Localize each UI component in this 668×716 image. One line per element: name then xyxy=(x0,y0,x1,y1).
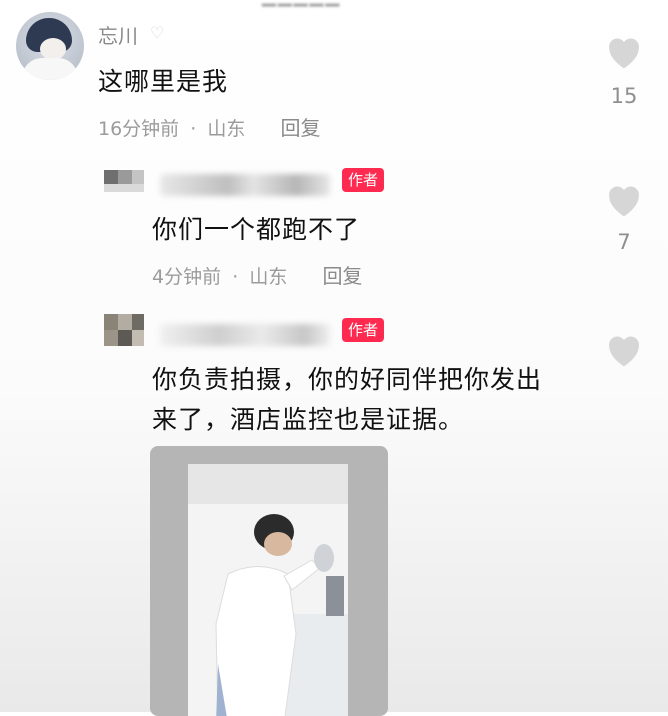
comment-meta: 4分钟前 · 山东 回复 xyxy=(152,260,362,289)
author-badge: 作者 xyxy=(342,318,385,342)
comment-location: 山东 xyxy=(249,266,288,288)
comment-time: 16分钟前 xyxy=(98,118,180,140)
reply-button[interactable]: 回复 xyxy=(281,116,321,140)
comment-location: 山东 xyxy=(207,118,246,140)
meta-separator: · xyxy=(232,266,239,288)
comment-text: 你们一个都跑不了 xyxy=(152,215,361,244)
avatar-face xyxy=(40,38,66,60)
comment-username[interactable]: 忘川 xyxy=(98,20,138,49)
comment-text: 这哪里是我 xyxy=(98,67,229,96)
photo-scene xyxy=(188,464,348,716)
comment-text-line-1: 你负责拍摄，你的好同伴把你发出 xyxy=(152,365,543,394)
blurred-avatar[interactable] xyxy=(104,164,144,196)
heart-icon[interactable] xyxy=(604,332,644,368)
reply-item: 作者 你们一个都跑不了 4分钟前 · 山东 回复 7 xyxy=(0,150,668,300)
avatar-body xyxy=(22,58,78,80)
author-badge: 作者 xyxy=(342,168,385,192)
like-count: 15 xyxy=(610,84,638,108)
photo-content xyxy=(188,464,348,716)
blurred-avatar[interactable] xyxy=(104,314,144,346)
attached-photo[interactable] xyxy=(150,446,388,716)
comment-text-line-2: 来了，酒店监控也是证据。 xyxy=(152,405,465,434)
verified-icon: ♡ xyxy=(150,23,165,42)
comment-meta: 16分钟前 · 山东 回复 xyxy=(98,112,321,141)
comment-time: 4分钟前 xyxy=(152,266,222,288)
meta-separator: · xyxy=(190,118,197,140)
heart-icon[interactable] xyxy=(604,34,644,70)
comment-item: 忘川 ♡ 这哪里是我 16分钟前 · 山东 回复 15 xyxy=(0,0,668,150)
blurred-username xyxy=(160,324,330,346)
avatar[interactable] xyxy=(16,12,84,80)
blurred-username xyxy=(160,174,330,196)
like-count: 7 xyxy=(617,230,631,254)
reply-button[interactable]: 回复 xyxy=(322,264,362,288)
heart-icon[interactable] xyxy=(604,182,644,218)
